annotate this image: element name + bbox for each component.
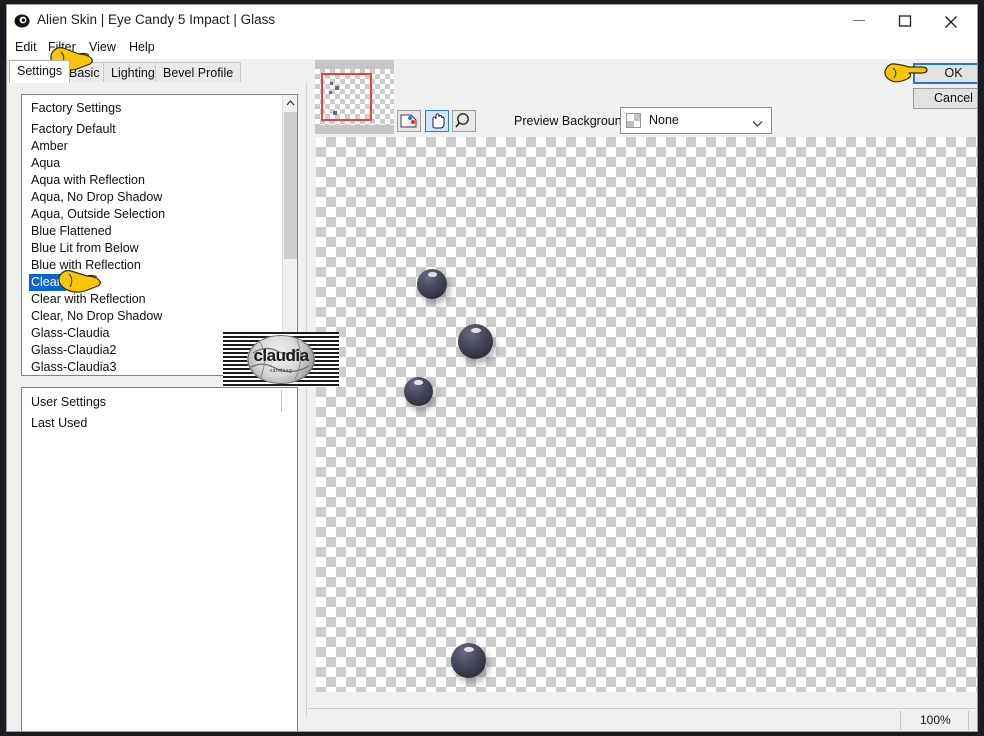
eyedropper-icon — [400, 114, 417, 128]
list-item[interactable]: Aqua with Reflection — [22, 172, 145, 189]
chevron-up-icon — [286, 100, 295, 106]
list-item[interactable]: Glass-Claudia2 — [22, 342, 116, 359]
watermark-text: claudia — [253, 346, 309, 365]
list-item[interactable]: Blue Flattened — [22, 223, 112, 240]
plugin-window: Alien Skin | Eye Candy 5 Impact | Glass … — [6, 4, 978, 732]
hand-tool-button[interactable] — [425, 110, 449, 132]
watermark-subtext: vandaag — [269, 368, 293, 374]
hand-icon — [432, 113, 445, 129]
preview-background-value: None — [649, 113, 679, 127]
title-bar: Alien Skin | Eye Candy 5 Impact | Glass — [7, 5, 977, 37]
close-button[interactable] — [929, 5, 975, 35]
tab-settings[interactable]: Settings — [9, 60, 71, 83]
app-logo-icon — [13, 12, 31, 30]
navigator-thumbnail[interactable] — [315, 60, 394, 134]
settings-panel: Factory Settings Factory Default Amber A… — [7, 82, 307, 731]
menu-bar: Edit Filter View Help — [7, 37, 977, 59]
glass-sphere — [417, 269, 447, 299]
status-bar: 100% — [308, 708, 977, 731]
list-item[interactable]: Aqua, Outside Selection — [22, 206, 165, 223]
chevron-down-icon[interactable] — [752, 117, 763, 131]
scroll-up-button[interactable] — [283, 95, 297, 111]
status-separator — [968, 711, 969, 730]
maximize-button[interactable] — [883, 5, 929, 35]
magnifier-icon — [455, 113, 469, 128]
list-item[interactable]: Clear, No Drop Shadow — [22, 308, 162, 325]
glass-sphere — [451, 643, 486, 678]
hand-cursor-ok-button — [883, 59, 929, 92]
maximize-icon — [898, 15, 912, 27]
list-item[interactable]: Blue Lit from Below — [22, 240, 139, 257]
glass-sphere — [458, 324, 493, 359]
preview-background-label: Preview Background: — [514, 114, 633, 128]
hand-cursor-clear-preset — [57, 266, 103, 301]
list-divider — [281, 390, 282, 412]
menu-item-help[interactable]: Help — [129, 40, 155, 54]
preview-background-swatch — [626, 113, 641, 128]
list-item-header[interactable]: Factory Settings — [22, 100, 121, 117]
list-item[interactable]: Glass-Claudia3 — [22, 359, 116, 375]
scrollbar-thumb[interactable] — [284, 112, 297, 259]
minimize-icon — [853, 20, 865, 21]
list-item[interactable]: Aqua, No Drop Shadow — [22, 189, 162, 206]
window-title: Alien Skin | Eye Candy 5 Impact | Glass — [37, 12, 276, 27]
claudia-watermark: claudia vandaag — [223, 332, 339, 387]
list-item[interactable]: Factory Default — [22, 121, 116, 138]
list-item[interactable]: Last Used — [22, 415, 87, 432]
close-icon — [945, 16, 957, 28]
menu-item-edit[interactable]: Edit — [15, 40, 37, 54]
navigator-viewport-rect[interactable] — [321, 73, 372, 121]
list-item[interactable]: Glass-Claudia — [22, 325, 110, 342]
preview-panel: Preview Background: None OK Cancel — [308, 59, 977, 718]
list-item[interactable]: User Settings — [22, 394, 106, 411]
preview-background-select[interactable]: None — [620, 107, 772, 134]
list-item[interactable]: Aqua — [22, 155, 60, 172]
list-item[interactable]: Amber — [22, 138, 68, 155]
minimize-button[interactable] — [837, 5, 883, 35]
zoom-tool-button[interactable] — [452, 110, 476, 132]
tab-bevel-profile[interactable]: Bevel Profile — [155, 62, 242, 83]
glass-sphere — [404, 377, 433, 406]
tab-lighting[interactable]: Lighting — [103, 62, 163, 83]
preview-canvas[interactable] — [316, 137, 977, 692]
tab-strip: Settings Basic Lighting Bevel Profile — [7, 59, 303, 83]
eyedropper-tool-button[interactable] — [397, 110, 421, 132]
status-separator — [900, 711, 901, 730]
zoom-level-label: 100% — [920, 713, 951, 727]
user-settings-list[interactable]: User Settings Last Used — [21, 387, 298, 731]
